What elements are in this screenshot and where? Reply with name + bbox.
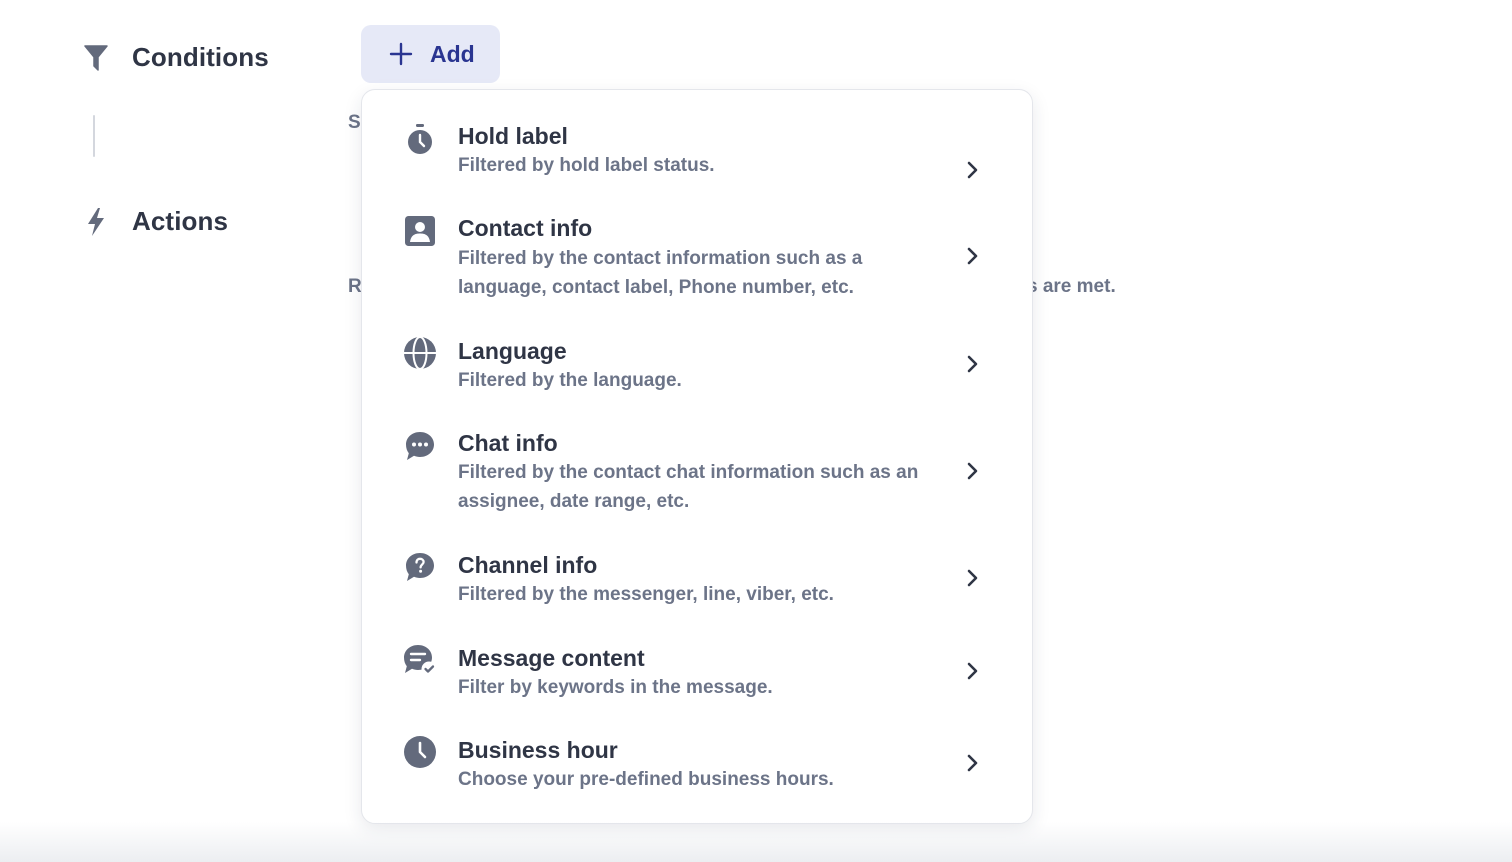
contact-card-icon [402, 213, 438, 249]
automation-rule-page: Conditions Actions S R s are met. Add Ho… [0, 0, 1512, 862]
add-condition-button[interactable]: Add [361, 25, 500, 83]
conditions-hint-text: S [348, 112, 361, 133]
filter-icon [82, 44, 110, 72]
menu-item-description: Filter by keywords in the message. [458, 677, 773, 698]
menu-item-contact-info[interactable]: Contact info Filtered by the contact inf… [362, 203, 1032, 311]
chevron-right-icon [962, 353, 984, 375]
condition-type-menu: Hold label Filtered by hold label status… [361, 89, 1033, 824]
chevron-right-icon [962, 159, 984, 181]
actions-title: Actions [132, 206, 229, 236]
lightning-icon [82, 207, 110, 236]
plus-icon [388, 41, 414, 67]
stopwatch-icon [402, 122, 438, 158]
menu-item-business-hour[interactable]: Business hour Choose your pre-defined bu… [362, 723, 1032, 803]
menu-item-title: Message content [458, 645, 645, 671]
chat-bubble-icon [402, 428, 438, 464]
menu-item-description: Filtered by the language. [458, 370, 682, 391]
message-check-icon [402, 642, 438, 678]
menu-item-title: Business hour [458, 737, 618, 763]
menu-item-language[interactable]: Language Filtered by the language. [362, 324, 1032, 404]
menu-item-title: Language [458, 338, 567, 364]
menu-item-chat-info[interactable]: Chat info Filtered by the contact chat i… [362, 417, 1032, 525]
menu-item-description: Choose your pre-defined business hours. [458, 769, 834, 790]
bottom-fade [0, 822, 1512, 862]
globe-icon [402, 335, 438, 371]
menu-item-title: Chat info [458, 430, 558, 456]
question-bubble-icon [402, 549, 438, 585]
chevron-right-icon [962, 752, 984, 774]
menu-item-title: Channel info [458, 552, 598, 578]
actions-hint-tail: s are met. [1027, 276, 1116, 297]
menu-item-description: Filtered by the messenger, line, viber, … [458, 584, 834, 605]
menu-item-description: Filtered by hold label status. [458, 155, 715, 176]
menu-item-message-content[interactable]: Message content Filter by keywords in th… [362, 630, 1032, 710]
conditions-header: Conditions [82, 42, 269, 73]
menu-item-description: Filtered by the contact chat information… [458, 462, 919, 512]
section-connector-line [93, 115, 95, 157]
actions-header: Actions [82, 206, 228, 237]
chevron-right-icon [962, 460, 984, 482]
clock-icon [402, 734, 438, 770]
actions-hint-text: R [348, 276, 362, 297]
menu-item-title: Hold label [458, 123, 568, 149]
chevron-right-icon [962, 245, 984, 267]
conditions-title: Conditions [132, 42, 269, 72]
menu-item-description: Filtered by the contact information such… [458, 248, 863, 298]
add-button-label: Add [430, 40, 475, 67]
menu-item-hold-label[interactable]: Hold label Filtered by hold label status… [362, 110, 1032, 190]
chevron-right-icon [962, 660, 984, 682]
menu-item-channel-info[interactable]: Channel info Filtered by the messenger, … [362, 538, 1032, 618]
chevron-right-icon [962, 567, 984, 589]
menu-item-title: Contact info [458, 215, 593, 241]
